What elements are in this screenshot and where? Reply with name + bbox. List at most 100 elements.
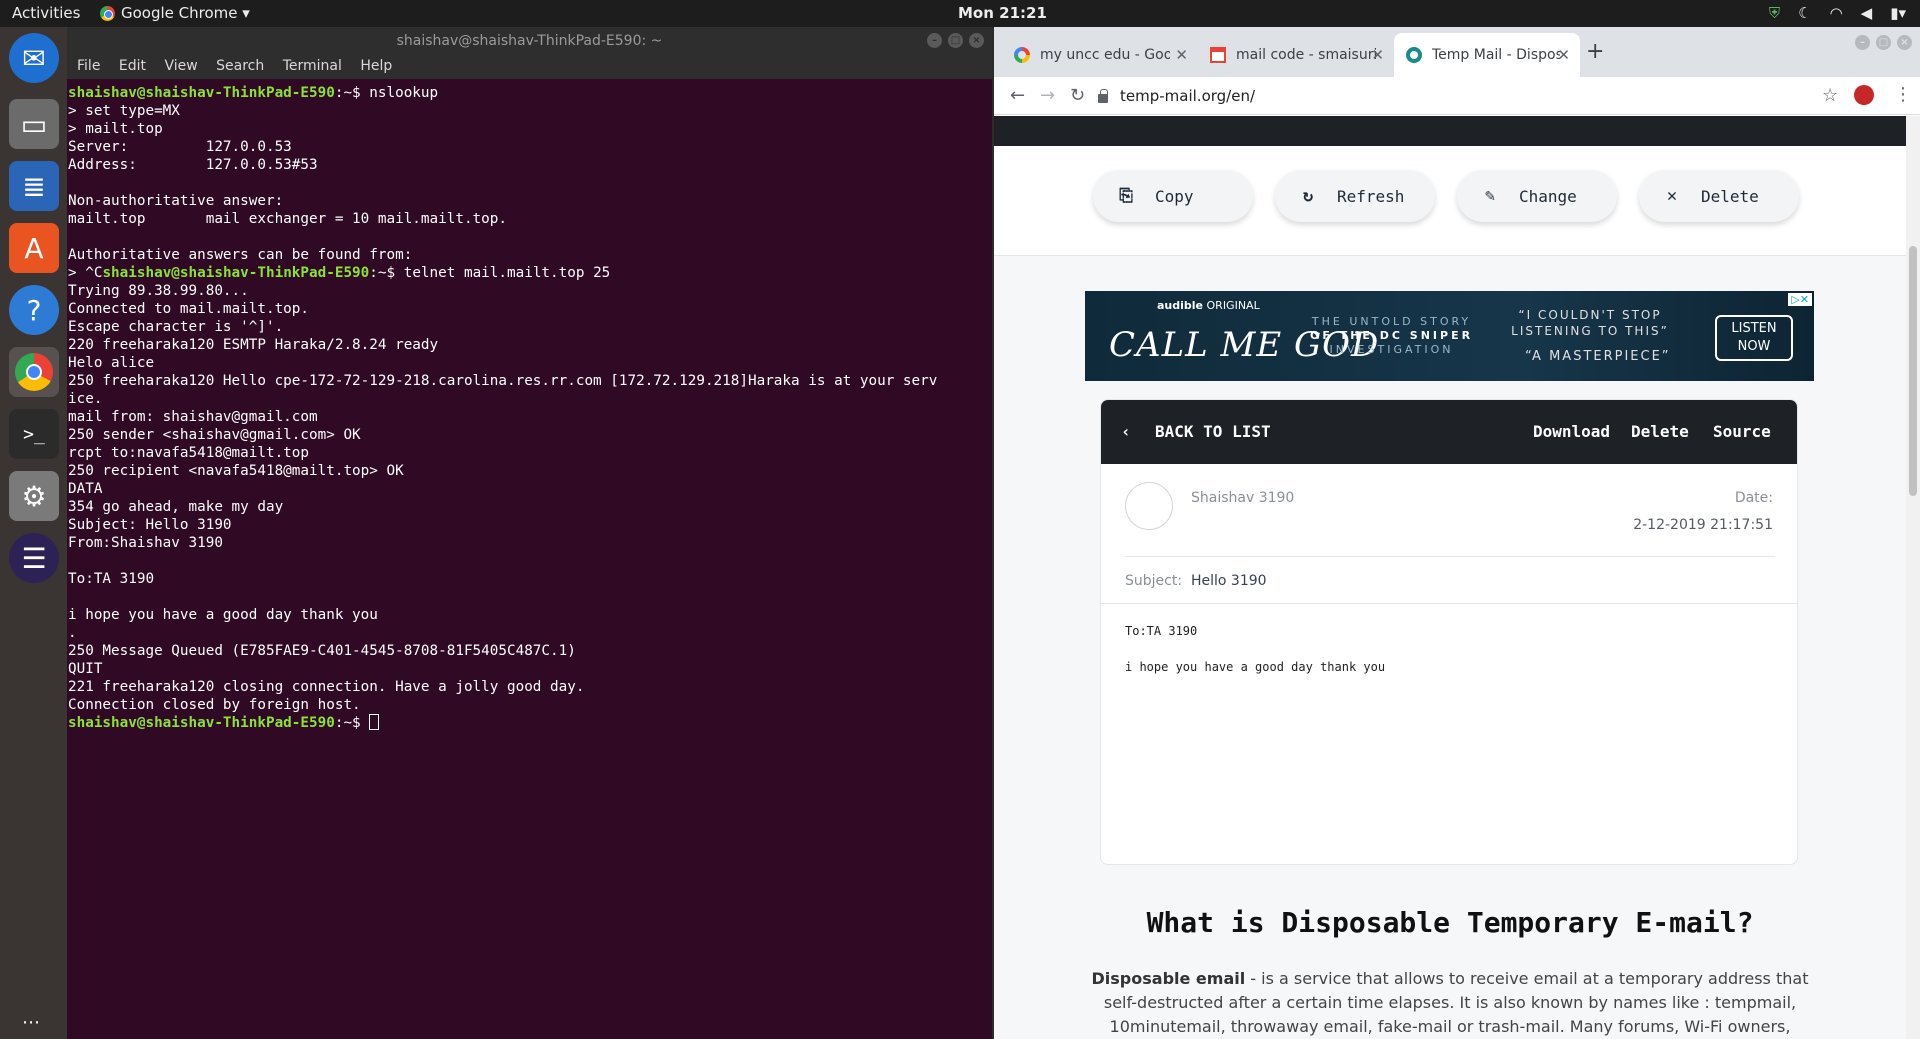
delete-button[interactable]: ✕ Delete (1639, 170, 1799, 222)
terminal-line: Non-authoritative answer: (68, 193, 284, 209)
terminal-line: Trying 89.38.99.80... (68, 283, 249, 299)
profile-avatar[interactable] (1854, 85, 1874, 105)
address-bar[interactable]: temp-mail.org/en/ (1098, 82, 1808, 110)
tab-strip: my uncc edu - Google Search ✕ mail code … (994, 27, 1920, 77)
thunderbird-icon[interactable]: ✉ (9, 33, 59, 83)
activities-button[interactable]: Activities (12, 4, 80, 22)
back-to-list-button[interactable]: BACK TO LIST (1155, 422, 1271, 441)
back-icon[interactable]: ← (1010, 85, 1025, 106)
menu-view[interactable]: View (160, 55, 201, 77)
section-paragraph: Disposable email - is a service that all… (1091, 969, 1809, 1036)
minimize-icon[interactable]: – (1855, 35, 1870, 50)
tab-temp-mail[interactable]: Temp Mail - Disposable Temporary Email ✕ (1394, 33, 1580, 77)
source-button[interactable]: Source (1713, 422, 1771, 441)
ad-brand: audible ORIGINAL (1157, 299, 1260, 312)
terminal-line: Server: 127.0.0.53 (68, 139, 292, 155)
page-scrollbar[interactable] (1906, 116, 1920, 1039)
chrome-window: my uncc edu - Google Search ✕ mail code … (994, 27, 1920, 1039)
chevron-left-icon[interactable]: ‹ (1121, 422, 1131, 441)
show-applications-icon[interactable]: ⋯ (22, 1012, 42, 1033)
close-icon[interactable]: ✕ (1175, 46, 1188, 64)
terminal-line: From:Shaishav 3190 (68, 535, 223, 551)
menu-help[interactable]: Help (356, 55, 396, 77)
header-strip (994, 116, 1906, 146)
tempmail-icon (1406, 47, 1422, 63)
url-text: temp-mail.org/en/ (1120, 87, 1256, 105)
terminal-line: Helo alice (68, 355, 155, 371)
mail-body[interactable]: To:TA 3190 i hope you have a good day th… (1125, 624, 1385, 696)
tab-google-search[interactable]: my uncc edu - Google Search ✕ (1002, 33, 1198, 77)
bookmark-star-icon[interactable]: ☆ (1822, 85, 1838, 106)
terminal-line: 221 freeharaka120 closing connection. Ha… (68, 679, 585, 695)
tab-gmail[interactable]: mail code - smaisuri@uncc.edu ✕ (1198, 33, 1394, 77)
software-center-icon[interactable]: A (9, 223, 59, 273)
terminal-line: mail from: shaishav@gmail.com (68, 409, 318, 425)
writer-icon[interactable]: ≣ (9, 161, 59, 211)
page-content: ⎘ Copy ↻ Refresh ✎ Change ✕ Delete audib… (994, 116, 1906, 1039)
chrome-dock-icon[interactable] (9, 347, 59, 397)
minimize-icon[interactable]: – (927, 33, 942, 48)
close-icon: ✕ (1666, 186, 1678, 206)
clock[interactable]: Mon 21:21 (958, 4, 1047, 22)
mail-sender: Shaishav 3190 (1191, 490, 1295, 506)
app-menu[interactable]: Google Chrome ▾ (100, 4, 250, 22)
menu-file[interactable]: File (73, 55, 104, 77)
terminal-line: 354 go ahead, make my day (68, 499, 284, 515)
mail-header: ‹ BACK TO LIST Download Delete Source (1101, 400, 1797, 464)
maximize-icon[interactable]: □ (948, 33, 963, 48)
ad-listen-button[interactable]: LISTEN NOW (1715, 315, 1793, 361)
terminal-line: Subject: Hello 3190 (68, 517, 232, 533)
menu-search[interactable]: Search (212, 55, 268, 77)
wifi-icon[interactable]: ◠ (1830, 4, 1843, 22)
avatar (1125, 482, 1173, 530)
maximize-icon[interactable]: □ (1876, 35, 1891, 50)
shield-icon[interactable]: ⛨ (1769, 4, 1780, 22)
terminal-line: i hope you have a good day thank you (68, 607, 378, 623)
terminal-titlebar[interactable]: shaishav@shaishav-ThinkPad-E590: ~ – □ × (67, 27, 992, 55)
copy-button[interactable]: ⎘ Copy (1093, 170, 1253, 222)
system-tray[interactable]: ⛨ ☾ ◠ ◀ ▮▾ (1769, 4, 1906, 22)
mail-date: 2-12-2019 21:17:51 (1633, 517, 1773, 533)
terminal-cursor (369, 714, 380, 730)
download-button[interactable]: Download (1533, 422, 1610, 441)
terminal-output[interactable]: shaishav@shaishav-ThinkPad-E590:~$ nsloo… (67, 81, 992, 1039)
ad-banner[interactable]: audible ORIGINAL CALL ME GOD THE UNTOLD … (1085, 291, 1814, 381)
top-bar: Activities Google Chrome ▾ Mon 21:21 ⛨ ☾… (0, 0, 1920, 27)
subject-label: Subject: (1125, 573, 1183, 589)
battery-icon[interactable]: ▮▾ (1890, 4, 1906, 22)
menu-terminal[interactable]: Terminal (279, 55, 346, 77)
refresh-button[interactable]: ↻ Refresh (1275, 170, 1435, 222)
new-tab-button[interactable]: + (1586, 39, 1604, 64)
change-button[interactable]: ✎ Change (1457, 170, 1617, 222)
files-icon[interactable]: ▭ (9, 99, 59, 149)
eclipse-icon[interactable]: ☰ (9, 533, 59, 583)
help-icon[interactable]: ? (9, 285, 59, 335)
close-icon[interactable]: × (969, 33, 984, 48)
forward-icon[interactable]: → (1040, 85, 1055, 106)
terminal-line: shaishav@shaishav-ThinkPad-E590:~$ nsloo… (68, 85, 439, 101)
close-icon[interactable]: × (1897, 35, 1912, 50)
menu-kebab-icon[interactable]: ⋮ (1894, 84, 1912, 105)
volume-icon[interactable]: ◀ (1861, 4, 1873, 22)
divider (1101, 603, 1797, 604)
terminal-line: Connection closed by foreign host. (68, 697, 361, 713)
reload-icon[interactable]: ↻ (1070, 85, 1085, 106)
menu-edit[interactable]: Edit (115, 55, 150, 77)
settings-icon[interactable]: ⚙ (9, 471, 59, 521)
terminal-line: 220 freeharaka120 ESMTP Haraka/2.8.24 re… (68, 337, 439, 353)
adchoices-icon[interactable]: ▷✕ (1788, 293, 1812, 306)
edit-icon: ✎ (1484, 186, 1496, 206)
delete-mail-button[interactable]: Delete (1631, 422, 1689, 441)
terminal-icon[interactable]: >_ (9, 409, 59, 459)
terminal-line: 250 Message Queued (E785FAE9-C401-4545-8… (68, 643, 576, 659)
close-icon[interactable]: ✕ (1371, 46, 1384, 64)
terminal-line: Authoritative answers can be found from: (68, 247, 413, 263)
scrollbar-thumb[interactable] (1909, 246, 1917, 496)
night-light-icon[interactable]: ☾ (1798, 4, 1811, 22)
terminal-line: Address: 127.0.0.53#53 (68, 157, 318, 173)
close-icon[interactable]: ✕ (1557, 46, 1570, 64)
chrome-icon (100, 5, 115, 21)
